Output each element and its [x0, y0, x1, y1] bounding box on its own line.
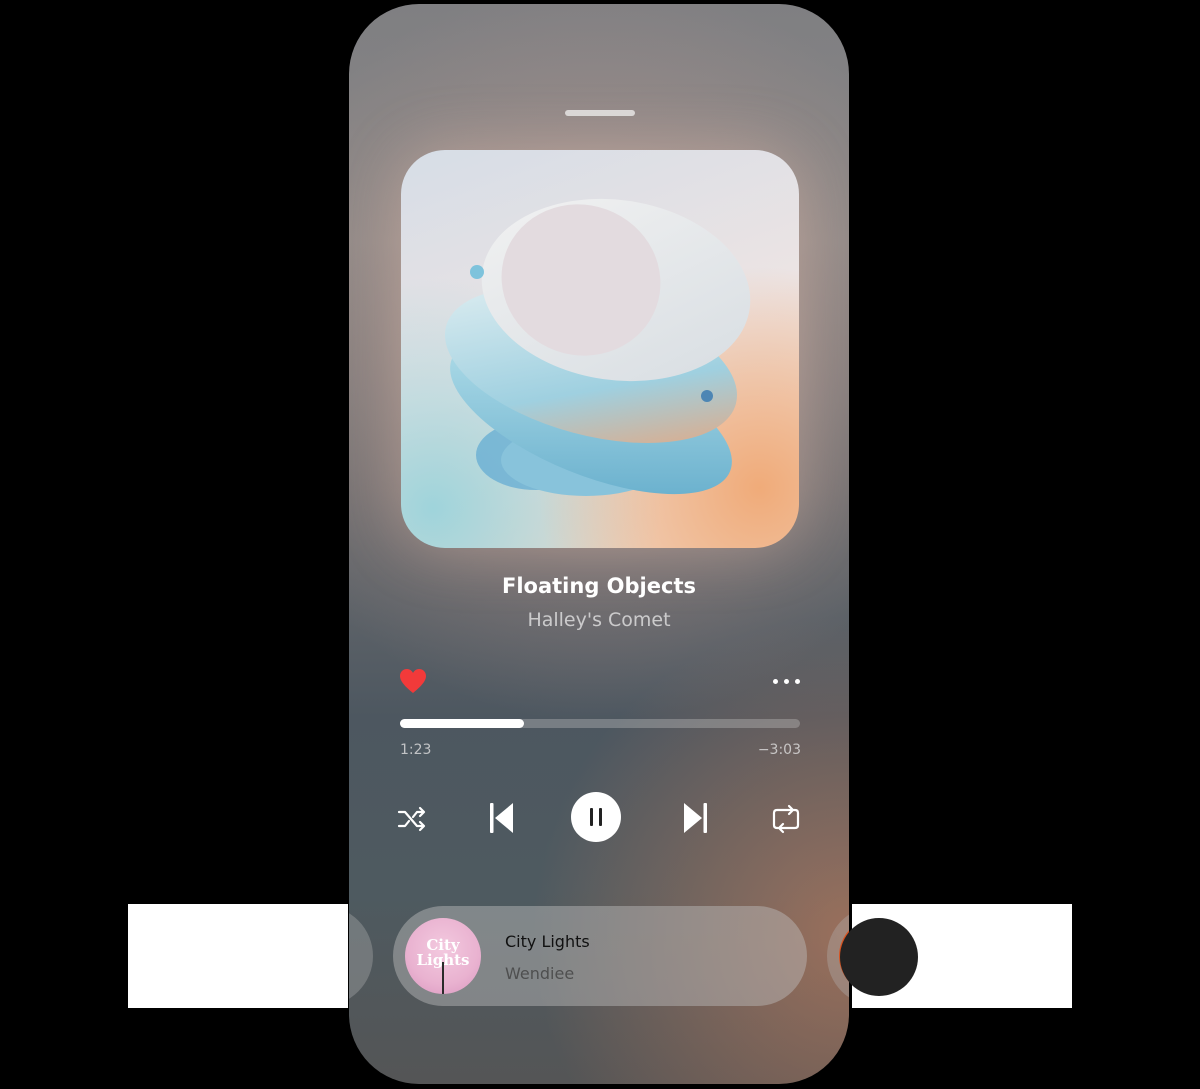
thumbnail-artwork-pole: [442, 962, 444, 994]
pause-icon: [590, 808, 602, 826]
album-artwork: [401, 150, 799, 548]
progress-bar-fill: [400, 719, 524, 728]
repeat-icon[interactable]: [769, 802, 803, 836]
album-artwork-illustration: [444, 198, 751, 496]
more-options-icon[interactable]: [771, 674, 803, 690]
song-title: Floating Objects: [502, 574, 696, 598]
skip-next-icon[interactable]: [680, 800, 710, 836]
queue-track-artist: Wendiee: [505, 964, 575, 983]
heart-icon[interactable]: [399, 668, 427, 694]
player-screen: Floating Objects Halley's Comet 1:23 −3:…: [349, 4, 849, 1084]
queue-current-card[interactable]: City Lights City Lights Wendiee: [393, 906, 807, 1006]
queue-track-title: City Lights: [505, 932, 590, 951]
background-strip-left: [128, 904, 348, 1008]
elapsed-time: 1:23: [400, 742, 432, 758]
progress-bar[interactable]: [400, 719, 800, 728]
remaining-time: −3:03: [757, 742, 801, 758]
song-artist[interactable]: Halley's Comet: [349, 609, 849, 631]
sheet-grabber-handle[interactable]: [565, 110, 635, 116]
pause-button[interactable]: [571, 792, 621, 842]
queue-album-thumbnail: City Lights: [405, 918, 481, 994]
overlay-dot: [840, 918, 918, 996]
queue-previous-card[interactable]: [349, 906, 373, 1006]
skip-previous-icon[interactable]: [487, 800, 517, 836]
shuffle-icon[interactable]: [395, 802, 429, 836]
